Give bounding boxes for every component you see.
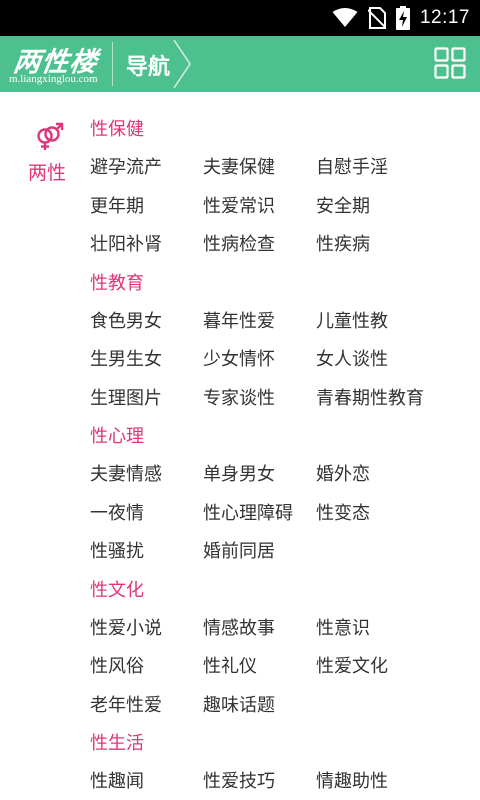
section-title[interactable]: 性心理 — [90, 423, 470, 461]
link-row: 更年期 性爱常识 安全期 — [90, 193, 470, 232]
section-title[interactable]: 性保健 — [90, 116, 470, 154]
nav-link[interactable]: 生男生女 — [90, 346, 203, 374]
app-header: 两性楼 m.liangxinglou.com 导航 — [0, 36, 480, 92]
section-title[interactable]: 性教育 — [90, 270, 470, 308]
wifi-icon — [332, 8, 358, 27]
link-row: 老年性爱 趣味话题 — [90, 692, 470, 731]
header-divider — [112, 42, 113, 86]
link-row: 避孕流产 夫妻保健 自慰手淫 — [90, 154, 470, 193]
logo-domain: m.liangxinglou.com — [9, 73, 98, 85]
nav-link[interactable]: 婚外恋 — [316, 461, 429, 489]
nav-link[interactable]: 老年性爱 — [90, 692, 203, 720]
section-title[interactable]: 性生活 — [90, 730, 470, 768]
nav-link[interactable]: 女人谈性 — [316, 346, 429, 374]
nav-link[interactable]: 性病检查 — [203, 231, 316, 259]
nav-link[interactable]: 食色男女 — [90, 308, 203, 336]
battery-charging-icon — [395, 6, 410, 30]
sidebar-category-label[interactable]: 两性 — [28, 158, 66, 185]
nav-link[interactable]: 性爱小说 — [90, 615, 203, 643]
breadcrumb-label: 导航 — [126, 55, 171, 80]
breadcrumb: 导航 — [114, 36, 194, 92]
nav-link[interactable]: 性变态 — [316, 500, 429, 528]
link-row: 生男生女 少女情怀 女人谈性 — [90, 346, 470, 385]
nav-link[interactable]: 青春期性教育 — [316, 385, 429, 413]
nav-link[interactable]: 性风俗 — [90, 653, 203, 681]
nav-link[interactable]: 暮年性爱 — [203, 308, 316, 336]
nav-link[interactable]: 性心理障碍 — [203, 500, 316, 528]
category-sections: 性保健 避孕流产 夫妻保健 自慰手淫 更年期 性爱常识 安全期 壮阳补肾 性病检查 性疾病 性教育食… — [90, 116, 470, 800]
nav-link[interactable]: 专家谈性 — [203, 385, 316, 413]
no-sim-icon — [367, 7, 386, 29]
grid-menu-icon[interactable] — [434, 47, 466, 79]
nav-link[interactable]: 夫妻保健 — [203, 154, 316, 182]
site-logo[interactable]: 两性楼 m.liangxinglou.com — [0, 36, 112, 92]
nav-link[interactable]: 儿童性教 — [316, 308, 429, 336]
clock-time: 12:17 — [419, 7, 470, 28]
link-row: 壮阳补肾 性病检查 性疾病 — [90, 231, 470, 270]
nav-link[interactable]: 少女情怀 — [203, 346, 316, 374]
gender-symbol-icon — [37, 122, 64, 150]
link-row: 性风俗 性礼仪 性爱文化 — [90, 653, 470, 692]
breadcrumb-chevron-icon — [173, 39, 191, 89]
link-row: 一夜情 性心理障碍 性变态 — [90, 500, 470, 539]
nav-link[interactable]: 避孕流产 — [90, 154, 203, 182]
link-row: 食色男女 暮年性爱 儿童性教 — [90, 308, 470, 347]
link-row: 生理图片 专家谈性 青春期性教育 — [90, 385, 470, 424]
nav-link[interactable]: 安全期 — [316, 193, 429, 221]
nav-link[interactable]: 性疾病 — [316, 231, 429, 259]
nav-link[interactable]: 性骚扰 — [90, 538, 203, 566]
nav-link[interactable]: 性爱技巧 — [203, 768, 316, 796]
nav-link[interactable]: 性爱常识 — [203, 193, 316, 221]
section-title[interactable]: 性文化 — [90, 577, 470, 615]
nav-link[interactable]: 性趣闻 — [90, 768, 203, 796]
link-row: 性骚扰 婚前同居 — [90, 538, 470, 577]
nav-content: 两性 性保健 避孕流产 夫妻保健 自慰手淫 更年期 性爱常识 安全期 壮阳补肾 性病检查 性疾病性… — [0, 92, 480, 800]
link-row: 夫妻情感 单身男女 婚外恋 — [90, 461, 470, 500]
status-bar: 12:17 — [0, 0, 480, 36]
link-row: 性爱小说 情感故事 性意识 — [90, 615, 470, 654]
nav-link[interactable]: 性意识 — [316, 615, 429, 643]
nav-link[interactable]: 情趣助性 — [316, 768, 429, 796]
nav-link[interactable]: 壮阳补肾 — [90, 231, 203, 259]
nav-link[interactable]: 自慰手淫 — [316, 154, 429, 182]
nav-link[interactable]: 单身男女 — [203, 461, 316, 489]
nav-link[interactable]: 婚前同居 — [203, 538, 316, 566]
nav-link[interactable]: 性爱文化 — [316, 653, 429, 681]
nav-link[interactable]: 夫妻情感 — [90, 461, 203, 489]
nav-link[interactable]: 一夜情 — [90, 500, 203, 528]
link-row: 性趣闻 性爱技巧 情趣助性 — [90, 768, 470, 800]
nav-link[interactable]: 情感故事 — [203, 615, 316, 643]
nav-link[interactable]: 生理图片 — [90, 385, 203, 413]
nav-link[interactable]: 趣味话题 — [203, 692, 316, 720]
nav-link[interactable]: 更年期 — [90, 193, 203, 221]
nav-link[interactable]: 性礼仪 — [203, 653, 316, 681]
